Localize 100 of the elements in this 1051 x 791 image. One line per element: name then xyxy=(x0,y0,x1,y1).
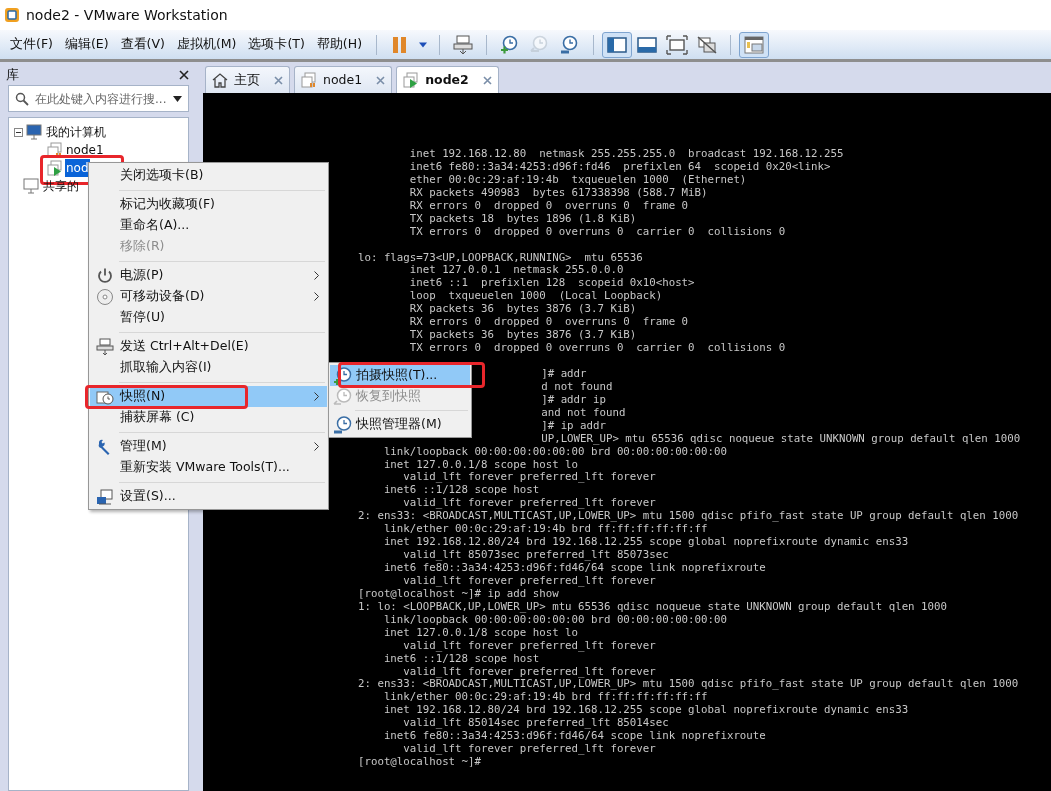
console-line: inet 127.0.0.1 netmask 255.0.0.0 xyxy=(408,263,624,277)
menu-item[interactable]: 虚拟机(M) xyxy=(170,32,243,57)
close-icon[interactable] xyxy=(179,70,189,80)
menu-item[interactable]: 查看(V) xyxy=(114,32,171,57)
menu-item[interactable]: 重命名(A)... xyxy=(90,215,327,236)
toolbar-button[interactable] xyxy=(602,31,632,58)
menu-item[interactable]: 编辑(E) xyxy=(58,32,115,57)
console-line: 2: ens33: <BROADCAST,MULTICAST,UP,LOWER_UP> mtu 1500 qdisc pfifo_fast state UP group default qlen 1000 xyxy=(358,677,1019,691)
monitor-icon xyxy=(26,124,42,140)
menu-item[interactable]: 捕获屏幕 (C) xyxy=(90,407,327,428)
clock-plus-icon xyxy=(333,366,353,385)
tab-label: 主页 xyxy=(234,70,261,89)
tab-label: node1 xyxy=(323,70,364,89)
console-line: valid_lft 85014sec preferred_lft 85014sec xyxy=(402,716,669,730)
tree-item[interactable]: nod xyxy=(65,159,90,177)
tree-item[interactable]: node1 xyxy=(65,141,105,159)
console-line: inet6 ::1/128 scope host xyxy=(382,483,540,497)
computers-icon xyxy=(452,34,474,55)
tab[interactable]: node2 xyxy=(396,66,499,93)
console-line: RX errors 0 dropped 0 overruns 0 frame 0 xyxy=(408,315,689,329)
menu-item[interactable]: 电源(P) xyxy=(90,265,327,286)
menu-item[interactable]: 选项卡(T) xyxy=(242,32,311,57)
console-line: UP,LOWER_UP> mtu 65536 qdisc noqueue state UNKNOWN group default qlen 1000 xyxy=(541,431,1021,445)
sidebar-layout-icon xyxy=(606,34,628,55)
console-line: valid_lft forever preferred_lft forever xyxy=(402,664,656,678)
home-icon xyxy=(212,72,228,88)
console-line: RX packets 36 bytes 3876 (3.7 KiB) xyxy=(408,302,637,316)
console-line: TX errors 0 dropped 0 overruns 0 carrier 0 collisions 0 xyxy=(408,341,786,355)
console-line: link/loopback 00:00:00:00:00:00 brd 00:00:00:00:00:00 xyxy=(382,612,727,626)
tab[interactable]: node1 xyxy=(294,66,393,93)
console-line: inet 192.168.12.80/24 brd 192.168.12.255 scope global noprefixroute dynamic ens33 xyxy=(382,703,909,717)
console-line: 1: lo: <LOOPBACK,UP,LOWER_UP> mtu 65536 qdisc noqueue state UNKNOWN group default qlen 1000 xyxy=(358,599,947,613)
menu-item[interactable]: 设置(S)... xyxy=(90,486,327,507)
console-line: inet 192.168.12.80/24 brd 192.168.12.255 scope global noprefixroute dynamic ens33 xyxy=(382,535,909,549)
menu-item[interactable]: 管理(M) xyxy=(90,436,327,457)
computers-icon xyxy=(96,337,114,356)
console-line: inet 127.0.0.1/8 scope host lo xyxy=(382,625,579,639)
console-line: inet6 ::1/128 scope host xyxy=(382,651,540,665)
power-icon xyxy=(96,266,114,285)
console-line: loop txqueuelen 1000 (Local Loopback) xyxy=(408,289,663,303)
console-line: valid_lft forever preferred_lft forever xyxy=(402,470,656,484)
console-line: d not found xyxy=(541,379,613,393)
collapse-icon[interactable] xyxy=(14,127,23,137)
disc-icon xyxy=(96,287,114,306)
console-line: ]# ip addr xyxy=(541,418,606,432)
console-line: link/ether 00:0c:29:af:19:4b brd ff:ff:ff:ff:ff:ff xyxy=(382,690,708,704)
console-line: valid_lft forever preferred_lft forever xyxy=(402,638,656,652)
library-title: 库 xyxy=(6,66,19,85)
menu-item[interactable]: 发送 Ctrl+Alt+Del(E) xyxy=(90,336,327,357)
console-line: TX errors 0 dropped 0 overruns 0 carrier 0 collisions 0 xyxy=(408,224,786,238)
console-line: inet 127.0.0.1/8 scope host lo xyxy=(382,457,579,471)
console-line: ]# addr xyxy=(541,366,587,380)
console-line: [root@localhost ~]# ip add show xyxy=(358,586,559,600)
vm-play-icon xyxy=(403,72,420,88)
monitor-icon xyxy=(23,178,39,194)
console-view-icon xyxy=(743,34,765,55)
console-line: [root@localhost ~]# xyxy=(358,755,481,769)
fullscreen-icon xyxy=(666,34,688,55)
console-line: 2: ens33: <BROADCAST,MULTICAST,UP,LOWER_UP> mtu 1500 qdisc pfifo_fast state UP group default qlen 1000 xyxy=(358,509,1019,523)
menu-item[interactable]: 关闭选项卡(B) xyxy=(90,165,327,186)
console-line: valid_lft forever preferred_lft forever xyxy=(402,573,656,587)
menu-item[interactable]: 抓取输入内容(I) xyxy=(90,357,327,378)
menu-item[interactable]: 标记为收藏项(F) xyxy=(90,194,327,215)
bottom-panel-icon xyxy=(636,34,658,55)
console-line: TX packets 18 bytes 1896 (1.8 KiB) xyxy=(408,211,637,225)
menu-item[interactable]: 快照管理器(M) xyxy=(330,414,470,435)
menu-item[interactable]: 文件(F) xyxy=(4,32,59,57)
tab-label: node2 xyxy=(425,70,470,89)
vm-icon xyxy=(301,72,317,88)
menu-item[interactable]: 帮助(H) xyxy=(310,32,368,57)
search-icon xyxy=(15,91,29,106)
console-line: valid_lft forever preferred_lft forever xyxy=(402,496,656,510)
caret-icon xyxy=(173,95,182,102)
search-field[interactable]: 在此处键入内容进行搜... xyxy=(8,85,189,112)
chevron-right-icon xyxy=(314,442,319,451)
console-line: lo: flags=73<UP,LOOPBACK,RUNNING> mtu 65536 xyxy=(358,250,643,264)
console-line: ]# addr ip xyxy=(541,392,606,406)
chevron-right-icon xyxy=(314,392,319,401)
console-line: inet6 fe80::3a34:4253:d96f:fd46/64 scope link noprefixroute xyxy=(382,561,766,574)
console-line: and not found xyxy=(541,405,626,419)
console-line: TX packets 36 bytes 3876 (3.7 KiB) xyxy=(408,328,637,342)
app-logo-icon xyxy=(4,7,20,23)
console-line: inet6 ::1 prefixlen 128 scopeid 0x10<host> xyxy=(408,276,695,290)
crossed-windows-icon xyxy=(696,34,718,55)
toolbar-button[interactable] xyxy=(739,31,769,58)
chevron-right-icon xyxy=(314,292,319,301)
console-line: RX packets 490983 bytes 617338398 (588.7 MiB) xyxy=(408,185,708,199)
window-title: node2 - VMware Workstation xyxy=(26,5,228,25)
console-line: inet 192.168.12.80 netmask 255.255.255.0 broadcast 192.168.12.255 xyxy=(408,147,844,160)
menu-item[interactable]: 重新安装 VMware Tools(T)... xyxy=(90,457,327,478)
console-line: link/loopback 00:00:00:00:00:00 brd 00:00:00:00:00:00 xyxy=(382,444,727,458)
tab[interactable]: 主页 xyxy=(205,66,290,93)
console-line: RX errors 0 dropped 0 overruns 0 frame 0 xyxy=(408,198,689,212)
console-line: inet6 fe80::3a34:4253:d96f:fd46/64 scope link noprefixroute xyxy=(382,729,766,743)
console-line: ether 00:0c:29:af:19:4b txqueuelen 1000 (Ethernet) xyxy=(408,172,747,186)
menu-item[interactable]: 暂停(U) xyxy=(90,307,327,328)
menu-item[interactable]: 可移动设备(D) xyxy=(90,286,327,307)
chevron-right-icon xyxy=(314,271,319,280)
tree-item[interactable]: 我的计算机 xyxy=(45,123,107,141)
console-line: inet6 fe80::3a34:4253:d96f:fd46 prefixlen 64 scopeid 0x20<link> xyxy=(408,159,831,173)
